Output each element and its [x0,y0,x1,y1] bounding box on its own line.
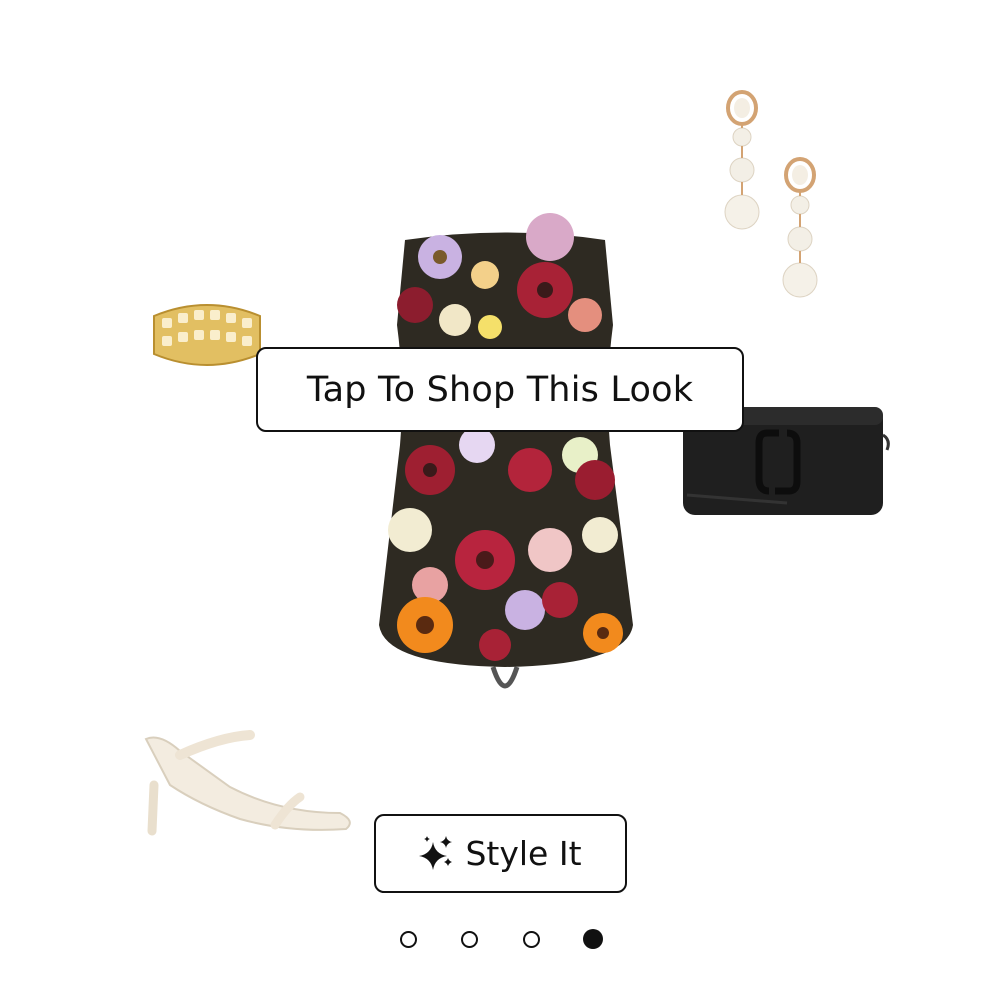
style-it-button[interactable]: Style It [374,814,627,893]
pearl-earrings-image[interactable] [715,85,845,305]
floral-dress-image[interactable] [375,205,637,705]
tap-to-shop-button[interactable]: Tap To Shop This Look [256,347,744,432]
gold-bracelet-image[interactable] [148,296,266,374]
page-dot-3[interactable] [523,931,540,948]
tap-to-shop-label: Tap To Shop This Look [306,369,694,410]
style-it-label: Style It [465,834,582,873]
white-sandal-image[interactable] [140,725,358,845]
page-dot-2[interactable] [461,931,478,948]
pagination [0,929,1000,951]
page-dot-1[interactable] [400,931,417,948]
page-dot-4[interactable] [583,929,603,949]
sparkles-icon [419,834,455,874]
